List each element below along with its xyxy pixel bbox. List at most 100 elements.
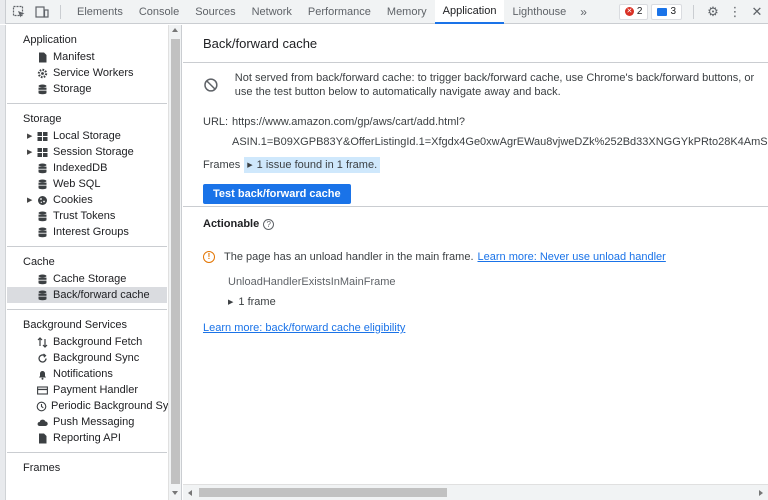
sidebar-item-session-storage[interactable]: ▶ Session Storage — [7, 144, 167, 160]
frames-label: Frames — [203, 159, 241, 171]
toolbar-separator — [693, 4, 694, 19]
sidebar-item-indexeddb[interactable]: IndexedDB — [7, 160, 167, 176]
tab-sources[interactable]: Sources — [187, 0, 243, 24]
sidebar-item-label: Interest Groups — [53, 226, 129, 238]
sidebar-item-label: Push Messaging — [53, 416, 135, 428]
sidebar-item-label: Reporting API — [53, 432, 121, 444]
sidebar-item-interest-groups[interactable]: Interest Groups — [7, 224, 167, 240]
scroll-up-arrow-icon[interactable] — [172, 28, 178, 32]
document-icon — [36, 433, 49, 444]
message-count-badge[interactable]: 3 — [651, 3, 682, 20]
more-options-icon[interactable]: ⋮ — [724, 1, 746, 23]
sidebar-scroll-thumb[interactable] — [171, 39, 180, 484]
sidebar-tree: Application Manifest Service Workers Storag… — [7, 25, 180, 483]
sidebar-section-title[interactable]: Cache — [7, 253, 167, 271]
sidebar-item-manifest[interactable]: Manifest — [7, 49, 167, 65]
database-icon — [36, 227, 49, 238]
sidebar-item-label: Payment Handler — [53, 384, 138, 396]
sidebar-item-reporting-api[interactable]: Reporting API — [7, 430, 167, 446]
horizontal-scroll-thumb[interactable] — [199, 488, 447, 497]
url-value: https://www.amazon.com/gp/aws/cart/add.h… — [232, 116, 465, 128]
device-toolbar-icon[interactable] — [32, 2, 52, 22]
sidebar-item-storage[interactable]: Storage — [7, 81, 167, 97]
more-tabs-button[interactable]: » — [574, 5, 593, 19]
eligibility-link[interactable]: Learn more: back/forward cache eligibili… — [203, 322, 405, 334]
document-icon — [36, 52, 49, 63]
help-icon[interactable]: ? — [263, 218, 275, 230]
settings-gear-icon[interactable]: ⚙ — [702, 1, 724, 23]
clock-icon — [36, 401, 47, 412]
expand-triangle-icon[interactable]: ▶ — [27, 196, 36, 204]
sidebar-item-web-sql[interactable]: Web SQL — [7, 176, 167, 192]
sidebar-item-local-storage[interactable]: ▶ Local Storage — [7, 128, 167, 144]
frames-summary-toggle[interactable]: ▶ 1 issue found in 1 frame. — [244, 157, 381, 173]
bfcache-status: Not served from back/forward cache: to t… — [183, 63, 768, 204]
url-row: URL: https://www.amazon.com/gp/aws/cart/… — [203, 116, 768, 128]
issue-reason-id: UnloadHandlerExistsInMainFrame — [228, 276, 396, 288]
frame-toggle-label: 1 frame — [238, 296, 276, 308]
sidebar-section-title[interactable]: Application — [7, 31, 167, 49]
tab-application[interactable]: Application — [434, 0, 505, 24]
sidebar-section-storage: Storage ▶ Local Storage ▶ Session Storage Ind… — [7, 104, 167, 247]
sidebar-scrollbar[interactable] — [168, 25, 181, 500]
sync-icon — [36, 353, 49, 364]
cloud-icon — [36, 417, 49, 428]
status-row: Not served from back/forward cache: to t… — [203, 71, 768, 99]
expand-triangle-icon: ▶ — [228, 299, 234, 306]
sidebar-section-background-services: Background Services Background Fetch Backg… — [7, 310, 180, 453]
sidebar-item-cache-storage[interactable]: Cache Storage — [7, 271, 167, 287]
section-divider — [183, 206, 768, 207]
scroll-left-arrow-icon[interactable] — [188, 490, 192, 496]
sidebar-item-label: Local Storage — [53, 130, 121, 142]
sidebar-item-background-sync[interactable]: Background Sync — [7, 350, 167, 366]
tab-console[interactable]: Console — [131, 0, 187, 24]
close-devtools-icon[interactable]: ✕ — [746, 1, 768, 23]
toolbar-edge — [0, 0, 6, 24]
sidebar-section-title[interactable]: Background Services — [7, 316, 167, 334]
error-count-badge[interactable]: ✕ 2 — [618, 3, 649, 20]
sidebar-item-notifications[interactable]: Notifications — [7, 366, 167, 382]
test-bfcache-button[interactable]: Test back/forward cache — [203, 184, 351, 204]
inspect-element-icon[interactable] — [9, 2, 29, 22]
page-title: Back/forward cache — [183, 25, 768, 63]
sidebar-item-label: Cache Storage — [53, 273, 127, 285]
expand-triangle-icon[interactable]: ▶ — [27, 148, 36, 156]
sidebar-item-service-workers[interactable]: Service Workers — [7, 65, 167, 81]
sidebar-section-frames: Frames — [7, 453, 167, 483]
frame-toggle[interactable]: ▶ 1 frame — [228, 296, 276, 308]
sidebar-item-label: IndexedDB — [53, 162, 108, 174]
sidebar-edge — [0, 25, 6, 500]
sidebar-item-periodic-background-sync[interactable]: Periodic Background Sync — [7, 398, 180, 414]
sidebar-item-trust-tokens[interactable]: Trust Tokens — [7, 208, 167, 224]
database-icon — [36, 84, 49, 95]
sidebar-section-title[interactable]: Storage — [7, 110, 167, 128]
sidebar-item-label: Periodic Background Sync — [51, 400, 181, 412]
actionable-label: Actionable — [203, 218, 260, 230]
database-icon — [36, 179, 49, 190]
sidebar-section-application: Application Manifest Service Workers Storag… — [7, 25, 167, 104]
sidebar-item-payment-handler[interactable]: Payment Handler — [7, 382, 167, 398]
expand-triangle-icon: ▶ — [247, 162, 253, 169]
sidebar-section-cache: Cache Cache Storage Back/forward cache — [7, 247, 167, 310]
tab-memory[interactable]: Memory — [379, 0, 435, 24]
unload-handler-link[interactable]: Learn more: Never use unload handler — [478, 251, 666, 263]
sidebar-item-cookies[interactable]: ▶ Cookies — [7, 192, 167, 208]
sidebar-item-push-messaging[interactable]: Push Messaging — [7, 414, 167, 430]
tab-network[interactable]: Network — [244, 0, 300, 24]
frames-row: Frames ▶ 1 issue found in 1 frame. — [203, 157, 768, 173]
expand-triangle-icon[interactable]: ▶ — [27, 132, 36, 140]
tab-elements[interactable]: Elements — [69, 0, 131, 24]
sidebar-item-background-fetch[interactable]: Background Fetch — [7, 334, 167, 350]
scroll-right-arrow-icon[interactable] — [759, 490, 763, 496]
sidebar-item-label: Web SQL — [53, 178, 101, 190]
issue-text: The page has an unload handler in the ma… — [224, 251, 474, 263]
tab-performance[interactable]: Performance — [300, 0, 379, 24]
tab-lighthouse[interactable]: Lighthouse — [504, 0, 574, 24]
horizontal-scrollbar[interactable] — [183, 484, 768, 500]
sidebar-section-title[interactable]: Frames — [7, 459, 167, 477]
database-icon — [36, 274, 49, 285]
sidebar-item-back-forward-cache[interactable]: Back/forward cache — [7, 287, 167, 303]
scroll-down-arrow-icon[interactable] — [172, 491, 178, 495]
sidebar-item-label: Storage — [53, 83, 92, 95]
message-count: 3 — [670, 6, 676, 17]
